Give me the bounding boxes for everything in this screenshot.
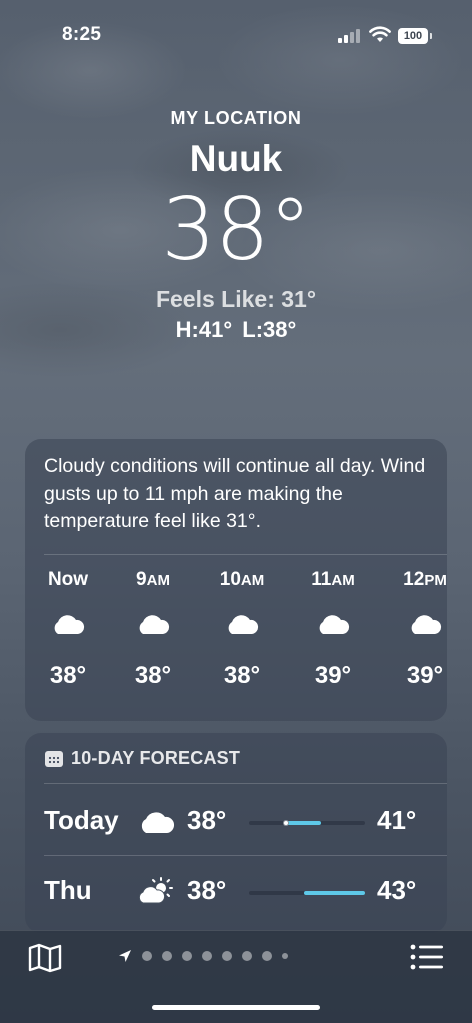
temperature-range-fill bbox=[286, 821, 321, 825]
hour-label: 9AM bbox=[136, 569, 170, 590]
cloud-icon bbox=[139, 615, 170, 634]
hour-temp: 39° bbox=[406, 662, 444, 689]
feels-like: Feels Like: 31° bbox=[155, 286, 317, 312]
hour-item: 11AM 39° bbox=[298, 569, 368, 690]
battery-icon: 100 bbox=[398, 28, 432, 44]
forecast-header: 10-DAY FORECAST bbox=[45, 748, 240, 769]
cloud-icon bbox=[411, 615, 442, 634]
cellular-signal-icon bbox=[338, 29, 362, 43]
hour-temp: 38° bbox=[49, 662, 87, 689]
city-name: Nuuk bbox=[189, 138, 283, 179]
location-label: MY LOCATION bbox=[170, 108, 302, 128]
status-bar: 8:25 100 bbox=[0, 22, 472, 50]
forecast-row-today[interactable]: Today 38° 41° bbox=[25, 785, 447, 855]
forecast-day: Today bbox=[44, 805, 119, 835]
cloud-icon bbox=[141, 812, 175, 833]
page-dot bbox=[162, 951, 172, 961]
hour-label: 12PM bbox=[403, 569, 447, 590]
divider bbox=[44, 554, 447, 555]
page-dot bbox=[262, 951, 272, 961]
ten-day-forecast-card[interactable]: 10-DAY FORECAST Today 38° 41° Thu 38° 43… bbox=[25, 733, 447, 933]
forecast-high: 41° bbox=[377, 805, 417, 835]
hour-label: 11AM bbox=[311, 569, 355, 590]
map-icon[interactable] bbox=[28, 943, 62, 973]
hour-item: 10AM 38° bbox=[207, 569, 277, 690]
conditions-summary: Cloudy conditions will continue all day.… bbox=[44, 455, 426, 532]
calendar-icon bbox=[45, 750, 63, 767]
forecast-low: 38° bbox=[187, 805, 227, 835]
page-dot bbox=[202, 951, 212, 961]
high-low: H:41° L:38° bbox=[175, 317, 297, 342]
temperature-range-bar bbox=[249, 891, 365, 895]
hour-item: 12PM 39° bbox=[390, 569, 447, 690]
page-dot bbox=[182, 951, 192, 961]
current-temperature: 38° bbox=[161, 180, 311, 280]
wifi-icon bbox=[369, 26, 391, 42]
list-icon[interactable] bbox=[410, 943, 444, 971]
page-dot bbox=[282, 953, 288, 959]
hour-item: Now 38° bbox=[33, 569, 103, 690]
weather-header: MY LOCATION Nuuk 38° Feels Like: 31° H:4… bbox=[0, 108, 472, 343]
cloud-icon bbox=[54, 615, 85, 634]
divider bbox=[44, 783, 447, 784]
hour-temp: 39° bbox=[314, 662, 352, 689]
hour-label: Now bbox=[47, 569, 89, 590]
forecast-row-thu[interactable]: Thu 38° 43° bbox=[25, 855, 447, 925]
cloud-icon bbox=[319, 615, 350, 634]
forecast-low: 38° bbox=[187, 875, 227, 905]
partly-sunny-icon bbox=[138, 877, 173, 904]
hourly-forecast-card[interactable]: Cloudy conditions will continue all day.… bbox=[25, 439, 447, 721]
forecast-title: 10-DAY FORECAST bbox=[71, 748, 241, 768]
page-dot bbox=[142, 951, 152, 961]
temperature-range-bar bbox=[249, 820, 365, 826]
current-temp-indicator bbox=[283, 820, 290, 826]
temperature-range-fill bbox=[303, 891, 365, 895]
home-indicator bbox=[152, 1005, 320, 1010]
hour-item: 9AM 38° bbox=[118, 569, 188, 690]
hour-temp: 38° bbox=[134, 662, 172, 689]
page-indicator[interactable] bbox=[118, 949, 288, 963]
hour-temp: 38° bbox=[223, 662, 261, 689]
page-dot bbox=[242, 951, 252, 961]
hour-label: 10AM bbox=[219, 569, 265, 590]
forecast-high: 43° bbox=[377, 875, 417, 905]
location-arrow-icon bbox=[119, 950, 131, 962]
cloud-icon bbox=[228, 615, 259, 634]
status-time: 8:25 bbox=[62, 24, 102, 45]
forecast-day: Thu bbox=[44, 875, 92, 905]
page-dot bbox=[222, 951, 232, 961]
